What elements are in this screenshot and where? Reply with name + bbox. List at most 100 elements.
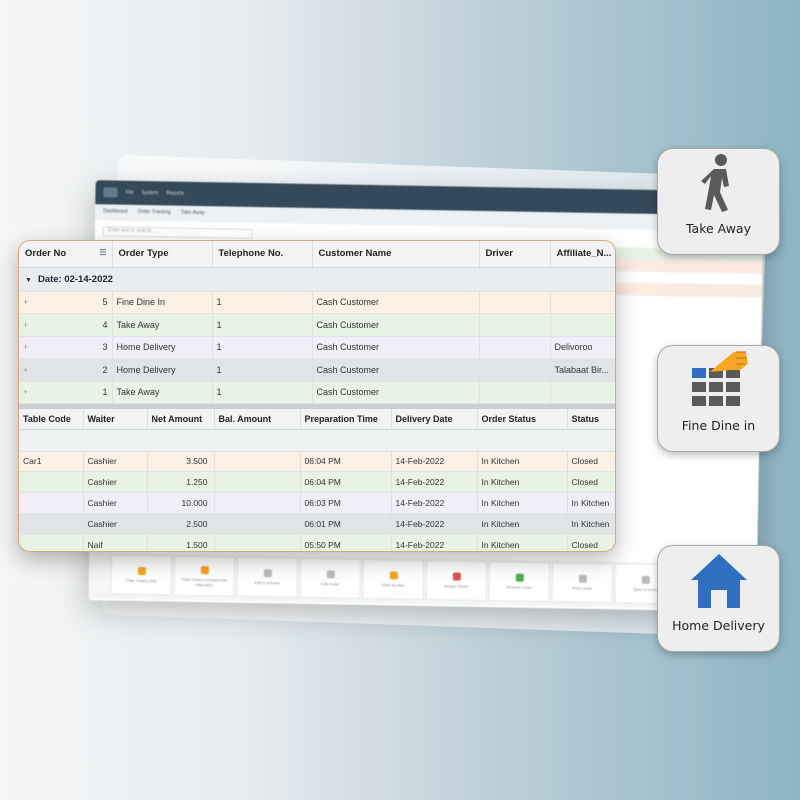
affiliate-cell (550, 291, 615, 314)
net-amount-cell: 1.250 (147, 471, 215, 494)
order-type-cell: Take Away (112, 313, 213, 337)
toolbar-button[interactable]: Assign Driver (425, 560, 488, 602)
order-status-cell: In Kitchen (477, 492, 568, 514)
col-delivery-date[interactable]: Delivery Date (391, 409, 478, 430)
telephone-cell: 1 (212, 336, 313, 359)
preparation-time-cell: 05:50 PM (300, 534, 392, 551)
order-row[interactable]: +5 Fine Dine In 1 Cash Customer (19, 291, 615, 314)
toolbar-button-label: Assign Driver (444, 583, 469, 589)
order-no-cell: 1 (102, 387, 108, 398)
expand-plus-icon[interactable]: + (23, 387, 28, 397)
filter-icon (137, 566, 146, 576)
col-affiliate[interactable]: Affiliate_N... (550, 241, 615, 268)
affiliate-cell: Talabaat Bir... (550, 358, 615, 382)
col-order-no[interactable]: Order No ☰ (19, 241, 113, 268)
status-cell: In Kitchen (567, 492, 615, 514)
col-waiter[interactable]: Waiter (83, 409, 148, 430)
order-row[interactable]: +3 Home Delivery 1 Cash Customer Delivoroo (19, 336, 615, 359)
expand-plus-icon[interactable]: + (23, 365, 28, 375)
filter-row[interactable] (19, 429, 615, 452)
menu-item[interactable]: Reports (166, 190, 184, 196)
order-no-cell: 3 (102, 342, 108, 353)
waiter-cell: Cashier (83, 471, 148, 494)
order-type-cell: Home Delivery (112, 358, 213, 382)
sort-icon[interactable]: ☰ (99, 248, 106, 257)
tab-take-away[interactable]: Take Away (181, 210, 205, 218)
delivery-date-cell: 14-Feb-2022 (391, 534, 478, 551)
toolbar-button[interactable]: Receive Cash (488, 561, 551, 603)
toolbar-button[interactable]: Edit Order (299, 557, 362, 599)
customer-name-cell: Cash Customer (312, 291, 480, 314)
bal-amount-cell (214, 471, 301, 494)
order-row[interactable]: +2 Home Delivery 1 Cash Customer Talabaat Bi… (19, 358, 615, 382)
table-code-cell (19, 534, 84, 551)
menu-item[interactable]: File (125, 190, 133, 196)
toolbar-button[interactable]: Edit in Kitchen (236, 556, 299, 598)
waiter-cell: Cashier (83, 451, 148, 473)
col-telephone[interactable]: Telephone No. (212, 241, 313, 268)
detail-row[interactable]: Car1 Cashier 3.500 06:04 PM 14-Feb-2022 In Ki… (19, 451, 615, 473)
toolbar-button[interactable]: Filter Orders (All) (110, 554, 173, 596)
col-net-amount[interactable]: Net Amount (147, 409, 215, 430)
home-delivery-badge: Home Delivery (657, 545, 780, 652)
toolbar-button[interactable]: Print Order (551, 562, 614, 604)
col-order-status[interactable]: Order Status (477, 409, 568, 430)
orders-table: Order No ☰ Order Type Telephone No. Custo… (19, 241, 615, 404)
chevron-down-icon[interactable]: ▼ (25, 277, 32, 284)
expand-plus-icon[interactable]: + (23, 320, 28, 330)
save-icon (641, 575, 650, 584)
affiliate-cell: Delivoroo (550, 336, 615, 359)
search-input[interactable]: Enter text to search... (102, 226, 253, 239)
bal-amount-cell (214, 513, 301, 535)
col-driver[interactable]: Driver (479, 241, 551, 268)
col-customer-name[interactable]: Customer Name (312, 241, 480, 268)
detail-row[interactable]: Naif 1.500 05:50 PM 14-Feb-2022 In Kitchen Cl… (19, 534, 615, 551)
expand-plus-icon[interactable]: + (23, 297, 28, 307)
status-cell: Closed (567, 534, 615, 551)
group-row[interactable]: ▼ Date: 02-14-2022 (19, 267, 615, 292)
menu-item[interactable]: System (142, 190, 159, 196)
badge-label: Fine Dine in (681, 418, 756, 433)
customer-name-cell: Cash Customer (312, 358, 480, 382)
order-no-cell: 2 (102, 364, 108, 375)
toolbar-button-label: Edit Order (321, 581, 340, 587)
col-table-code[interactable]: Table Code (19, 409, 84, 430)
col-bal-amount[interactable]: Bal. Amount (214, 409, 301, 430)
status-cell: Closed (567, 451, 615, 473)
col-status[interactable]: Status (567, 409, 615, 430)
expand-plus-icon[interactable]: + (23, 342, 28, 352)
delivery-date-cell: 14-Feb-2022 (391, 451, 478, 473)
customer-name-cell: Cash Customer (312, 381, 480, 404)
pencil-icon (326, 570, 335, 579)
detail-row[interactable]: Cashier 2.500 06:01 PM 14-Feb-2022 In Kitche… (19, 513, 615, 535)
order-details-table: Table Code Waiter Net Amount Bal. Amount… (19, 409, 615, 551)
col-preparation-time[interactable]: Preparation Time (300, 409, 392, 430)
order-row[interactable]: +4 Take Away 1 Cash Customer (19, 313, 615, 337)
driver-cell (479, 291, 551, 314)
detail-row[interactable]: Cashier 10.000 06:03 PM 14-Feb-2022 In Kitch… (19, 492, 615, 514)
net-amount-cell: 1.500 (147, 534, 215, 551)
take-away-badge: Take Away (657, 148, 780, 255)
customer-name-cell: Cash Customer (312, 313, 480, 337)
toolbar-button[interactable]: Filter Orders (Closed and Rejected) (173, 555, 236, 597)
detail-row[interactable]: Cashier 1.250 06:04 PM 14-Feb-2022 In Kitche… (19, 471, 615, 494)
toolbar-button-label: Receive Cash (506, 584, 532, 590)
driver-cell (479, 358, 551, 382)
telephone-cell: 1 (212, 381, 313, 404)
delivery-date-cell: 14-Feb-2022 (391, 471, 478, 494)
filter-icon (200, 565, 209, 574)
toolbar-button[interactable]: Filter by date (362, 558, 425, 600)
telephone-cell: 1 (212, 313, 313, 337)
status-cell: In Kitchen (567, 513, 615, 535)
waiter-cell: Cashier (83, 513, 148, 535)
walking-person-icon (658, 149, 779, 219)
col-order-type[interactable]: Order Type (112, 241, 213, 268)
tab-order-tracking[interactable]: Order Tracking (138, 209, 171, 218)
order-status-cell: In Kitchen (477, 513, 568, 535)
toolbar-button-label: Filter Orders (All) (125, 577, 157, 584)
delivery-date-cell: 14-Feb-2022 (391, 513, 478, 535)
order-status-cell: In Kitchen (477, 451, 568, 473)
order-row[interactable]: +1 Take Away 1 Cash Customer (19, 381, 615, 404)
net-amount-cell: 2.500 (147, 513, 215, 535)
tab-dashboard[interactable]: Dashboard (103, 208, 128, 216)
